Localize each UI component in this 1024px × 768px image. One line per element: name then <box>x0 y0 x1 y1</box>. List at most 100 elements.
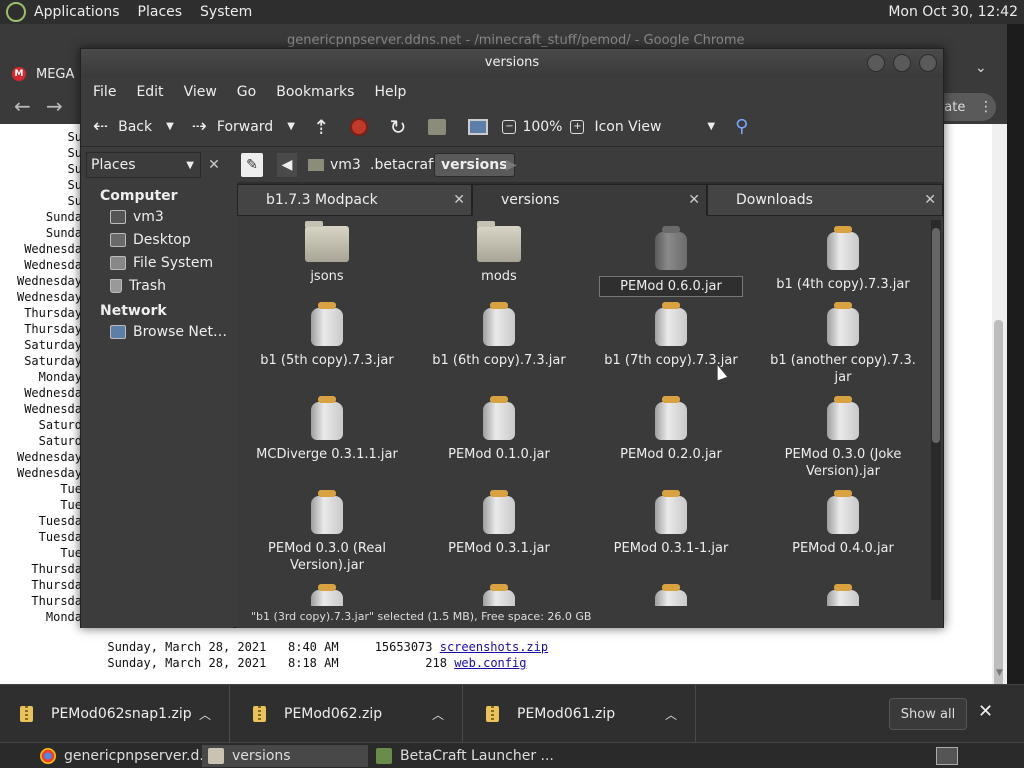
sidebar-item-vm3[interactable]: vm3 <box>110 206 164 228</box>
file-label: PEMod 0.3.1.jar <box>448 541 550 556</box>
zoom-in-icon[interactable]: + <box>570 119 585 134</box>
tab-downloads[interactable]: Downloads ✕ <box>707 184 943 216</box>
sidebar-item-file-system[interactable]: File System <box>110 252 213 274</box>
sidebar-item-desktop[interactable]: Desktop <box>110 229 191 251</box>
crumb-right-icon[interactable]: ▶ <box>499 153 524 177</box>
tab-close-icon[interactable]: ✕ <box>453 192 465 208</box>
back-arrow-icon[interactable]: ← <box>14 94 31 118</box>
chevron-up-icon[interactable]: ︿ <box>665 706 677 723</box>
breadcrumb-vm3[interactable]: vm3 <box>301 153 368 177</box>
file-item[interactable] <box>596 584 746 606</box>
folder-item[interactable]: jsons <box>252 221 402 285</box>
edit-location-icon[interactable]: ✎ <box>241 153 263 177</box>
chevron-up-icon[interactable]: ︿ <box>199 706 211 723</box>
tab-close-icon[interactable]: ✕ <box>924 192 936 208</box>
menu-help[interactable]: Help <box>374 84 406 100</box>
menu-system[interactable]: System <box>200 4 252 20</box>
file-item[interactable] <box>768 584 918 606</box>
file-item[interactable]: PEMod 0.4.0.jar <box>768 490 918 557</box>
file-item[interactable]: PEMod 0.6.0.jar <box>596 226 746 297</box>
fm-titlebar[interactable]: versions <box>81 49 943 77</box>
clock[interactable]: Mon Oct 30, 12:42 <box>888 4 1018 20</box>
download-item[interactable]: PEMod062.zip ︿ <box>233 685 463 743</box>
menu-file[interactable]: File <box>93 84 116 100</box>
file-item[interactable] <box>252 584 402 606</box>
listing-row-date: Thursda <box>31 594 82 608</box>
back-history-chevron-icon[interactable]: ▼ <box>166 121 174 132</box>
forward-button[interactable]: ⇢ Forward ▼ <box>192 116 295 137</box>
page-scrollbar-thumb[interactable] <box>994 320 1003 692</box>
file-item[interactable] <box>424 584 574 606</box>
menu-places[interactable]: Places <box>138 4 183 20</box>
jar-file-icon <box>653 490 689 534</box>
minimize-icon[interactable] <box>867 54 885 72</box>
file-item[interactable]: PEMod 0.3.1-1.jar <box>596 490 746 557</box>
crumb-left-icon[interactable]: ◀ <box>277 153 297 177</box>
view-mode-select[interactable]: Icon View <box>594 119 661 135</box>
reload-icon[interactable]: ↻ <box>390 115 407 139</box>
file-item[interactable]: b1 (4th copy).7.3.jar <box>768 226 918 293</box>
rename-field[interactable]: PEMod 0.6.0.jar <box>599 276 743 297</box>
download-item[interactable]: PEMod061.zip ︿ <box>466 685 696 743</box>
stop-icon[interactable] <box>349 117 368 136</box>
file-item[interactable]: MCDiverge 0.3.1.1.jar <box>252 396 402 463</box>
window-close-icon[interactable] <box>919 54 937 72</box>
listing-row-date: Tue <box>60 546 82 560</box>
up-arrow-icon[interactable]: ⇡ <box>313 115 330 139</box>
back-button[interactable]: ⇠ Back ▼ <box>93 116 174 137</box>
icon-view[interactable]: jsons mods PEMod 0.6.0.jar b1 (4th copy).7.… <box>237 216 943 606</box>
file-link-web-config[interactable]: web.config <box>454 656 526 670</box>
desktop-icon <box>110 233 126 247</box>
search-icon[interactable]: ⚲ <box>735 116 748 137</box>
distro-logo-icon[interactable] <box>6 2 26 22</box>
tab-close-icon[interactable]: ✕ <box>688 192 700 208</box>
taskbar-item-versions[interactable]: versions <box>202 745 368 767</box>
file-item[interactable]: PEMod 0.1.0.jar <box>424 396 574 463</box>
chevron-up-icon[interactable]: ︿ <box>432 706 444 723</box>
taskbar-item-chrome[interactable]: genericpnpserver.d... <box>34 745 219 767</box>
folder-item[interactable]: mods <box>424 221 574 285</box>
taskbar-item-betacraft[interactable]: BetaCraft Launcher ... <box>370 745 560 767</box>
file-item[interactable]: b1 (6th copy).7.3.jar <box>424 302 574 369</box>
maximize-icon[interactable] <box>893 54 911 72</box>
menu-view[interactable]: View <box>184 84 217 100</box>
forward-arrow-icon[interactable]: → <box>46 94 63 118</box>
view-mode-chevron-icon[interactable]: ▼ <box>707 121 715 132</box>
computer-icon[interactable] <box>468 118 489 135</box>
tab-search-chevron-icon[interactable]: ⌄ <box>975 60 987 76</box>
icon-view-scrollbar[interactable] <box>931 220 941 600</box>
file-item[interactable]: PEMod 0.3.1.jar <box>424 490 574 557</box>
scroll-down-icon[interactable]: ▼ <box>992 668 1007 682</box>
show-all-button[interactable]: Show all <box>889 698 967 730</box>
file-item[interactable]: b1 (another copy).7.3. jar <box>768 302 918 386</box>
menu-bookmarks[interactable]: Bookmarks <box>276 84 354 100</box>
close-icon[interactable]: ✕ <box>978 701 993 722</box>
download-item[interactable]: PEMod062snap1.zip ︿ <box>0 685 230 743</box>
file-item[interactable]: b1 (5th copy).7.3.jar <box>252 302 402 369</box>
listing-row-date: Sunda <box>45 226 82 240</box>
zip-file-icon <box>20 706 33 722</box>
menu-go[interactable]: Go <box>237 84 256 100</box>
breadcrumb-betacraft[interactable]: .betacraft <box>363 153 445 177</box>
workspace-switcher-icon[interactable] <box>936 747 958 765</box>
sidebar-item-trash[interactable]: Trash <box>110 275 166 297</box>
file-item[interactable]: PEMod 0.2.0.jar <box>596 396 746 463</box>
file-label: MCDiverge 0.3.1.1.jar <box>256 447 398 462</box>
home-icon[interactable] <box>428 118 447 135</box>
sidebar-close-icon[interactable]: ✕ <box>203 154 225 176</box>
file-item[interactable]: b1 (7th copy).7.3.jar <box>596 302 746 369</box>
menu-edit[interactable]: Edit <box>136 84 163 100</box>
listing-row-date: Wednesda <box>24 386 82 400</box>
listing-row-date: Tuesda <box>38 514 82 528</box>
icon-view-scrollbar-thumb[interactable] <box>932 228 940 443</box>
listing-row-date: Wednesday <box>16 450 82 464</box>
menu-applications[interactable]: Applications <box>34 4 120 20</box>
tab-versions[interactable]: versions ✕ <box>472 184 707 216</box>
tab-b1-modpack[interactable]: b1.7.3 Modpack ✕ <box>237 184 472 216</box>
forward-history-chevron-icon[interactable]: ▼ <box>287 121 295 132</box>
sidebar-item-browse-network[interactable]: Browse Net… <box>110 321 227 343</box>
file-item[interactable]: PEMod 0.3.0 (Joke Version).jar <box>768 396 918 480</box>
places-selector[interactable]: Places ▼ <box>86 152 201 178</box>
file-item[interactable]: PEMod 0.3.0 (Real Version).jar <box>252 490 402 574</box>
zoom-out-icon[interactable]: − <box>502 119 517 134</box>
